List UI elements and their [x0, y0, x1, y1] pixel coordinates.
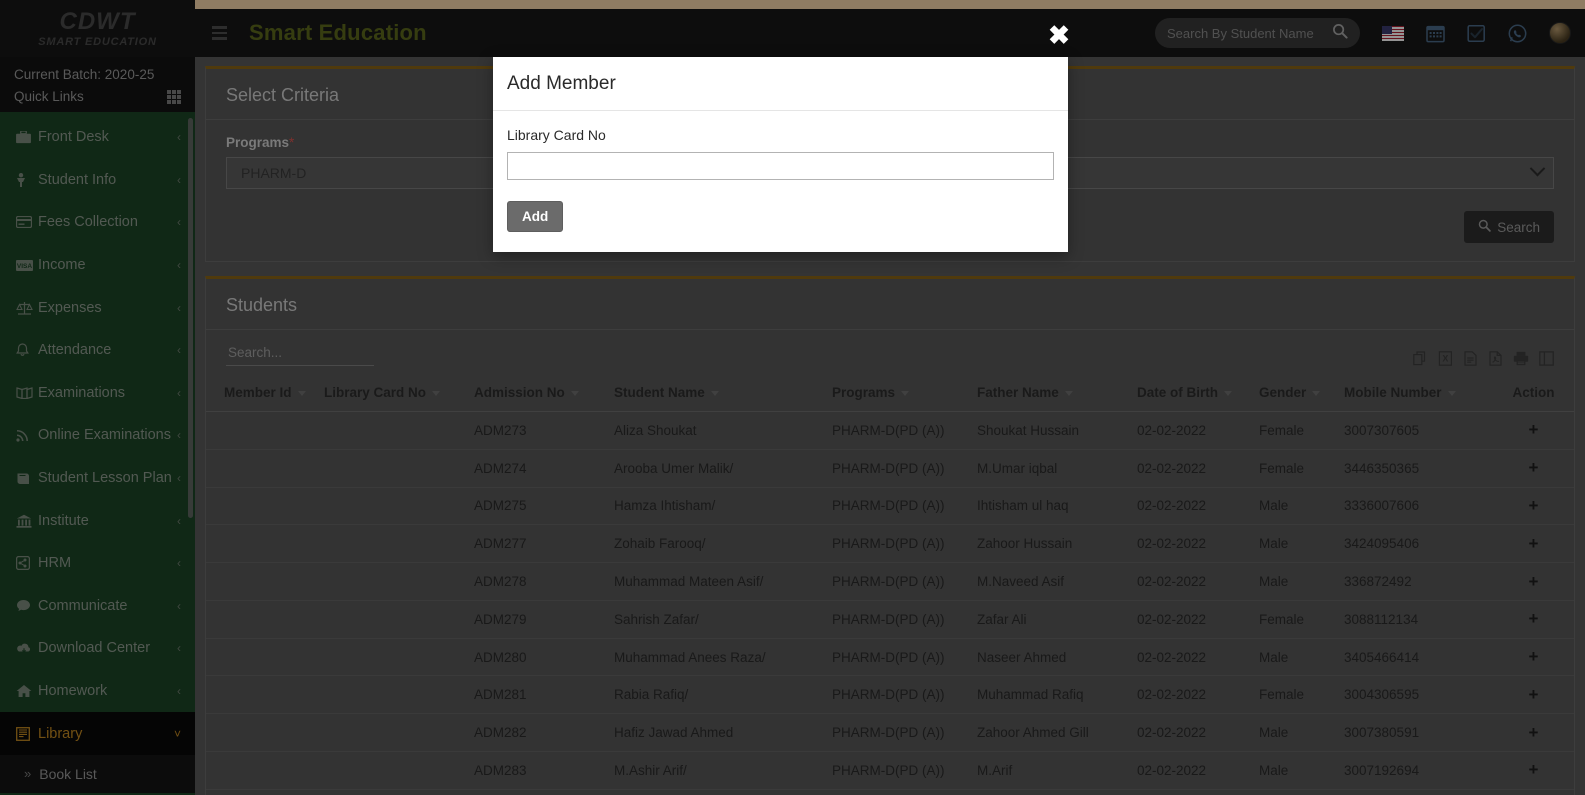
app-root: CDWT SMART EDUCATION Current Batch: 2020… [0, 0, 1585, 795]
library-card-no-input[interactable] [507, 152, 1054, 180]
add-button[interactable]: Add [507, 201, 564, 232]
close-icon[interactable]: ✖ [1046, 22, 1072, 49]
add-member-modal: Add Member Library Card No Add [493, 57, 1068, 252]
modal-title: Add Member [493, 57, 1068, 111]
library-card-no-label: Library Card No [507, 127, 606, 143]
